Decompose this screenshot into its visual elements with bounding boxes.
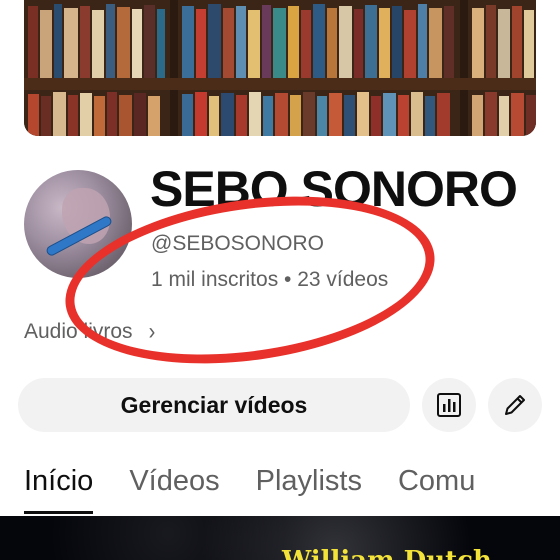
edit-channel-button[interactable] xyxy=(488,378,542,432)
manage-videos-button[interactable]: Gerenciar vídeos xyxy=(18,378,410,432)
featured-video-title: William Dutch... xyxy=(282,546,519,560)
channel-name: SEBO SONORO xyxy=(150,161,518,217)
analytics-button[interactable] xyxy=(422,378,476,432)
analytics-icon xyxy=(437,393,461,417)
chevron-right-icon: › xyxy=(148,318,156,346)
bookshelf-image xyxy=(24,0,536,136)
channel-handle: @SEBOSONORO xyxy=(151,232,325,255)
tab-playlists[interactable]: Playlists xyxy=(256,450,362,516)
channel-tabs: Início Vídeos Playlists Comu xyxy=(0,450,560,516)
tab-inicio[interactable]: Início xyxy=(24,450,94,516)
tab-videos[interactable]: Vídeos xyxy=(129,450,219,516)
channel-avatar[interactable] xyxy=(24,170,132,278)
tab-comunidade[interactable]: Comu xyxy=(398,450,475,516)
channel-stats: 1 mil inscritos • 23 vídeos xyxy=(151,268,389,291)
pencil-icon xyxy=(505,395,525,415)
channel-about-link[interactable]: Audio livros › xyxy=(24,318,156,346)
channel-banner xyxy=(24,0,536,136)
featured-video-thumbnail[interactable]: William Dutch... xyxy=(0,516,560,560)
channel-about-text: Audio livros xyxy=(24,320,133,343)
